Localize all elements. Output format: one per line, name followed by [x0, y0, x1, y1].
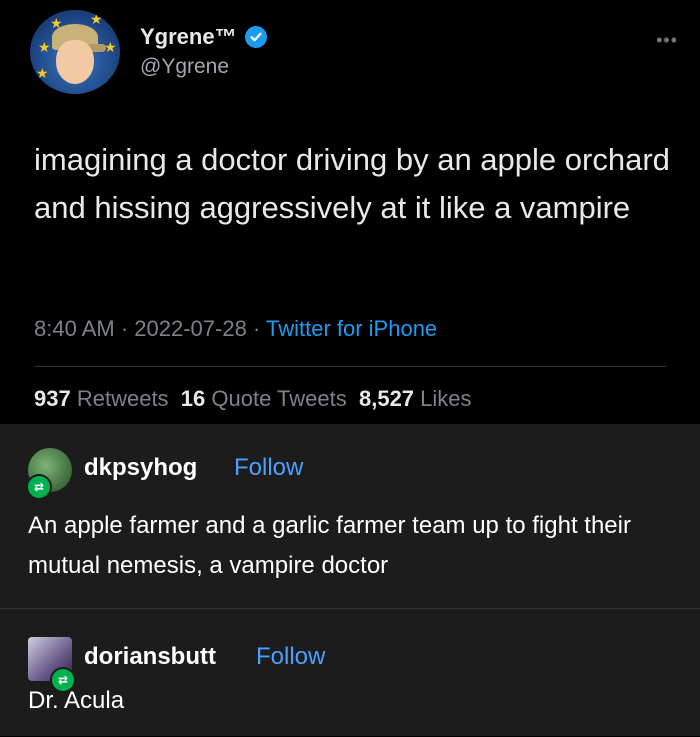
retweets-count: 937 — [34, 386, 71, 411]
star-icon: ★ — [90, 11, 103, 27]
quotes-stat[interactable]: 16 Quote Tweets — [181, 386, 347, 411]
tweet-stats: 937 Retweets 16 Quote Tweets 8,527 Likes — [34, 386, 472, 412]
post-text: Dr. Acula — [28, 687, 125, 714]
retweets-stat[interactable]: 937 Retweets — [34, 386, 169, 411]
author-handle[interactable]: @Ygrene — [140, 55, 229, 79]
tweet-card: ★ ★ ★ ★ ★ Ygrene™ @Ygrene ••• imagining … — [0, 0, 700, 424]
post-username[interactable]: doriansbutt — [84, 643, 216, 671]
star-icon: ★ — [50, 15, 63, 31]
meta-separator: · — [114, 316, 135, 341]
reblog-post: ⇄ dkpsyhog Follow An apple farmer and a … — [0, 424, 700, 608]
quotes-label: Quote Tweets — [211, 386, 347, 411]
author-display-name[interactable]: Ygrene™ — [140, 24, 237, 50]
tweet-avatar[interactable]: ★ ★ ★ ★ ★ — [30, 10, 120, 94]
avatar-face — [56, 40, 94, 84]
reblog-icon: ⇄ — [26, 474, 52, 500]
quotes-count: 16 — [180, 386, 206, 411]
likes-stat[interactable]: 8,527 Likes — [359, 386, 472, 411]
follow-button[interactable]: Follow — [256, 643, 325, 671]
star-icon: ★ — [38, 39, 51, 55]
tweet-source-link[interactable]: Twitter for iPhone — [266, 316, 437, 341]
tumblr-reblog-thread: ⇄ dkpsyhog Follow An apple farmer and a … — [0, 424, 700, 736]
reblog-post: ⇄ doriansbutt Follow Dr. Acula — [0, 608, 700, 737]
likes-count: 8,527 — [358, 386, 415, 411]
tweet-author-row: Ygrene™ — [140, 24, 267, 50]
retweets-label: Retweets — [76, 386, 169, 411]
star-icon: ★ — [104, 39, 117, 55]
checkmark-icon — [249, 32, 262, 42]
star-icon: ★ — [36, 65, 49, 81]
divider — [34, 366, 666, 367]
tweet-meta: 8:40 AM · 2022-07-28 · Twitter for iPhon… — [34, 316, 437, 342]
tweet-text: imagining a doctor driving by an apple o… — [34, 142, 670, 225]
follow-button[interactable]: Follow — [234, 454, 303, 482]
post-text: An apple farmer and a garlic farmer team… — [28, 512, 631, 579]
meta-separator: · — [246, 316, 266, 341]
verified-badge-icon — [244, 26, 267, 48]
more-options-icon[interactable]: ••• — [656, 30, 678, 51]
tweet-time[interactable]: 8:40 AM — [34, 316, 115, 341]
likes-label: Likes — [420, 386, 472, 411]
tweet-date[interactable]: 2022-07-28 — [134, 316, 247, 341]
post-username[interactable]: dkpsyhog — [84, 454, 197, 482]
